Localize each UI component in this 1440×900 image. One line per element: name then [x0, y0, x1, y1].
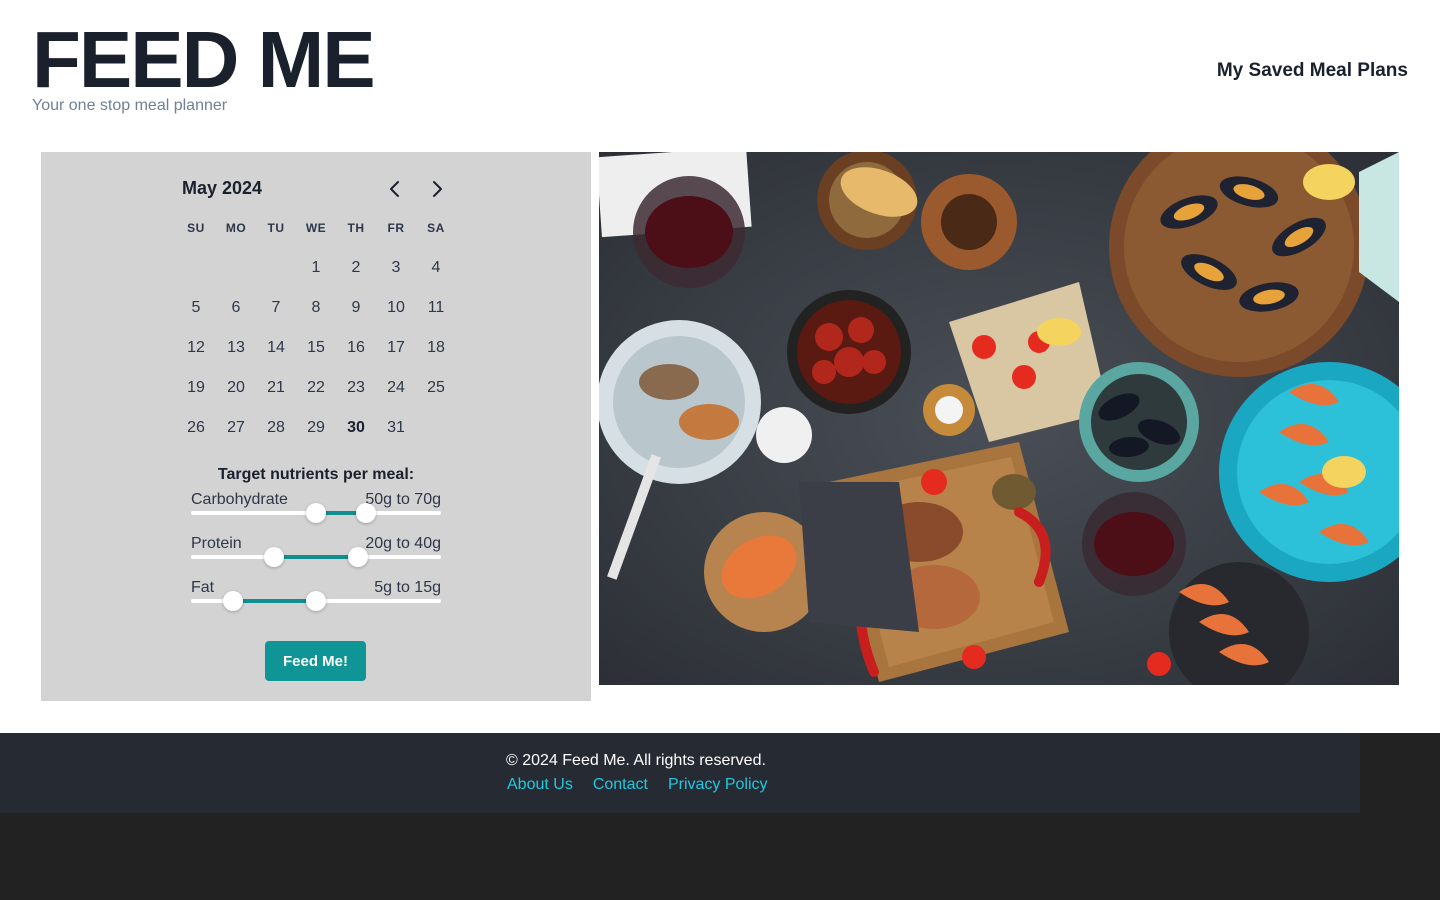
nutrient-range-text: 20g to 40g	[365, 535, 441, 552]
calendar-day[interactable]: 21	[256, 368, 296, 408]
calendar-day-grid: 1 2 3 4 5 6 7 8 9 10 11 12 13 14 15 16 17 18 19 20 21 22 23 24 2…	[176, 248, 456, 448]
nutrient-range-slider[interactable]	[191, 591, 441, 611]
calendar-day[interactable]: 16	[336, 328, 376, 368]
calendar-day[interactable]: 8	[296, 288, 336, 328]
chevron-left-icon	[390, 181, 399, 197]
calendar-day[interactable]: 24	[376, 368, 416, 408]
footer-link-about-us[interactable]: About Us	[507, 776, 573, 794]
calendar-day[interactable]: 5	[176, 288, 216, 328]
weekday-header-row: SU MO TU WE TH FR SA	[176, 221, 456, 237]
footer-link-contact[interactable]: Contact	[593, 776, 648, 794]
calendar-day[interactable]: 23	[336, 368, 376, 408]
site-footer: © 2024 Feed Me. All rights reserved. Abo…	[0, 733, 1360, 813]
calendar-empty-cell	[216, 248, 256, 288]
calendar-month-label: May 2024	[182, 178, 263, 198]
slider-min-handle[interactable]	[306, 503, 326, 523]
food-spread-illustration	[599, 152, 1399, 685]
nutrient-label: Carbohydrate	[191, 491, 288, 508]
calendar-day[interactable]: 11	[416, 288, 456, 328]
calendar-day[interactable]: 29	[296, 408, 336, 448]
calendar-day[interactable]: 9	[336, 288, 376, 328]
calendar-day[interactable]: 31	[376, 408, 416, 448]
calendar-day[interactable]: 6	[216, 288, 256, 328]
calendar-day[interactable]: 28	[256, 408, 296, 448]
calendar-day[interactable]: 18	[416, 328, 456, 368]
slider-selected-range	[274, 555, 358, 559]
calendar-day[interactable]: 25	[416, 368, 456, 408]
calendar-day[interactable]: 26	[176, 408, 216, 448]
planner-panel: May 2024 SU MO TU WE TH FR SA 1 2 3 4 5 6 7 8 9 10 11 12 1…	[41, 152, 591, 701]
nutrient-sliders: Carbohydrate 50g to 70g Protein 20g to 40g F…	[191, 491, 441, 623]
weekday-label: FR	[387, 221, 405, 235]
footer-links: About Us Contact Privacy Policy	[507, 776, 768, 794]
footer-link-privacy-policy[interactable]: Privacy Policy	[668, 776, 768, 794]
next-month-button[interactable]	[423, 175, 451, 203]
nutrient-targets: Target nutrients per meal: Carbohydrate 5…	[191, 466, 441, 623]
calendar-day[interactable]: 4	[416, 248, 456, 288]
weekday-label: SA	[427, 221, 445, 235]
calendar-day[interactable]: 14	[256, 328, 296, 368]
chevron-right-icon	[433, 181, 442, 197]
calendar-day[interactable]: 15	[296, 328, 336, 368]
nutrient-range-text: 50g to 70g	[365, 491, 441, 508]
calendar-empty-cell	[176, 248, 216, 288]
nutrient-range-slider[interactable]	[191, 547, 441, 567]
slider-max-handle[interactable]	[306, 591, 326, 611]
nutrient-row: Fat 5g to 15g	[191, 579, 441, 623]
feed-me-button[interactable]: Feed Me!	[265, 641, 366, 681]
nutrient-targets-title: Target nutrients per meal:	[217, 466, 415, 483]
weekday-label: MO	[225, 221, 247, 235]
saved-meal-plans-link[interactable]: My Saved Meal Plans	[1217, 60, 1408, 82]
slider-min-handle[interactable]	[222, 591, 243, 611]
previous-month-button[interactable]	[381, 175, 409, 203]
calendar-header: May 2024	[182, 178, 452, 200]
calendar-day[interactable]: 10	[376, 288, 416, 328]
slider-max-handle[interactable]	[347, 547, 368, 567]
calendar-day[interactable]: 13	[216, 328, 256, 368]
nutrient-range-text: 5g to 15g	[374, 579, 441, 596]
calendar-day[interactable]: 17	[376, 328, 416, 368]
calendar-day[interactable]: 2	[336, 248, 376, 288]
calendar-day[interactable]: 3	[376, 248, 416, 288]
nutrient-label: Fat	[191, 579, 215, 596]
copyright-text: © 2024 Feed Me. All rights reserved.	[506, 752, 766, 769]
site-logo[interactable]: FEED ME	[32, 14, 376, 106]
calendar-day[interactable]: 22	[296, 368, 336, 408]
weekday-label: SU	[187, 221, 205, 235]
nutrient-range-slider[interactable]	[191, 503, 441, 523]
nutrient-label: Protein	[191, 535, 242, 552]
weekday-label: TH	[347, 221, 365, 235]
site-header: FEED ME Your one stop meal planner My Sa…	[0, 0, 1440, 130]
calendar-day[interactable]: 20	[216, 368, 256, 408]
slider-selected-range	[232, 599, 316, 603]
nutrient-row: Carbohydrate 50g to 70g	[191, 491, 441, 535]
calendar-day[interactable]: 30	[336, 408, 376, 448]
nutrient-row: Protein 20g to 40g	[191, 535, 441, 579]
calendar-day[interactable]: 1	[296, 248, 336, 288]
calendar-empty-cell	[256, 248, 296, 288]
weekday-label: TU	[267, 221, 285, 235]
calendar-day[interactable]: 7	[256, 288, 296, 328]
page-content: FEED ME Your one stop meal planner My Sa…	[0, 0, 1440, 733]
site-tagline: Your one stop meal planner	[32, 97, 228, 114]
slider-min-handle[interactable]	[264, 547, 285, 567]
calendar-day[interactable]: 12	[176, 328, 216, 368]
slider-max-handle[interactable]	[356, 503, 376, 523]
weekday-label: WE	[305, 221, 327, 235]
hero-food-image	[599, 152, 1399, 685]
calendar-day[interactable]: 19	[176, 368, 216, 408]
calendar-day[interactable]: 27	[216, 408, 256, 448]
